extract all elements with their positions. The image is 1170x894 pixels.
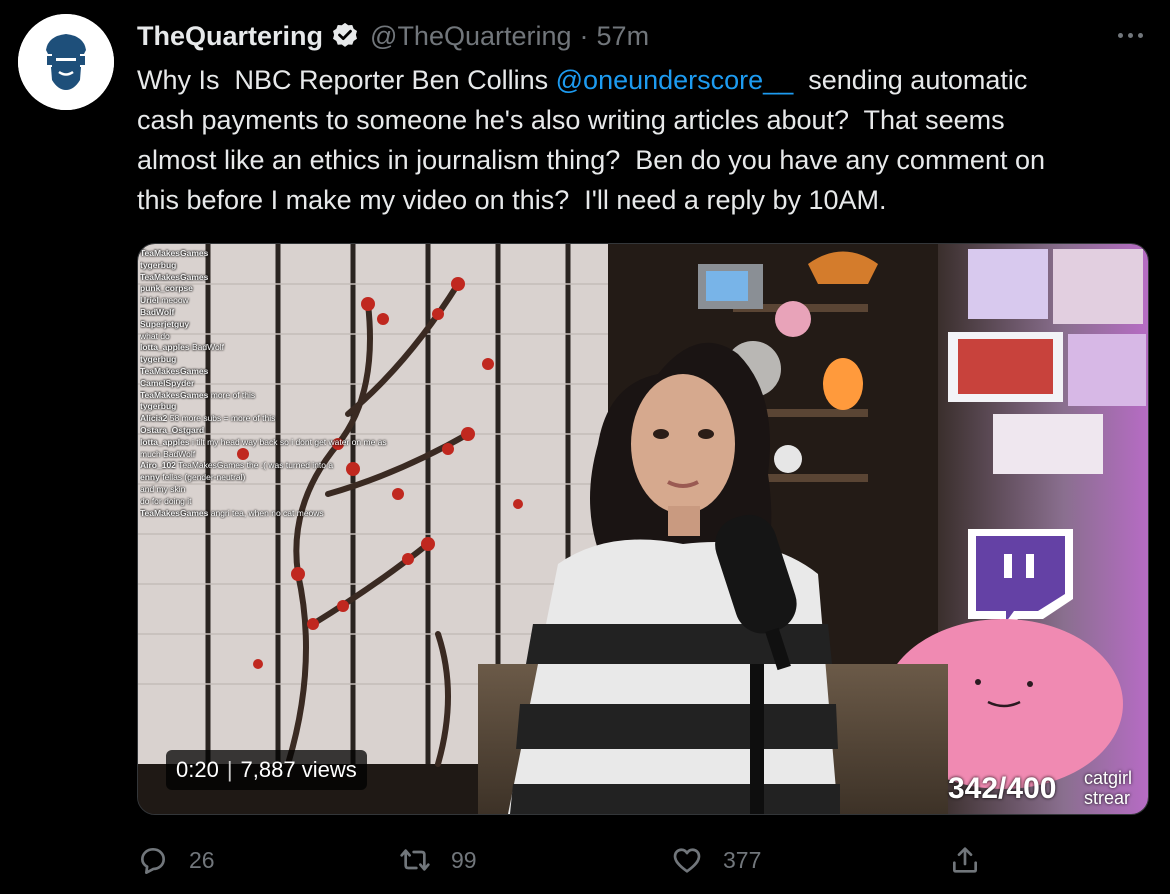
video-player[interactable]: TeaMakesGames tygerbug TeaMakesGames pun…: [137, 243, 1149, 815]
reply-icon: [137, 844, 169, 876]
reply-count: 26: [189, 846, 215, 873]
video-duration: 0:20: [176, 757, 219, 782]
chat-username: CamelSpyder: [140, 377, 195, 388]
reply-button[interactable]: 26: [137, 838, 215, 882]
chat-username: Uriel: [140, 295, 159, 306]
chat-username: TeaMakesGames: [140, 389, 209, 400]
chat-message: TeaMakesGames angri tea, when no cat meo…: [140, 508, 470, 520]
tweet[interactable]: TheQuartering @TheQuartering · 57m Why I…: [0, 0, 1170, 894]
author-name[interactable]: TheQuartering: [137, 21, 323, 52]
video-duration-views-badge: 0:20 | 7,887 views: [166, 750, 367, 790]
chat-username: Ostara_Ostgard: [140, 424, 205, 435]
chat-username: BadWolf: [140, 306, 175, 317]
chat-username: tygerbug: [140, 401, 177, 412]
tweet-timestamp[interactable]: 57m: [597, 21, 650, 52]
chat-message: do for doing it: [140, 496, 470, 508]
chat-username: TeaMakesGames: [140, 248, 209, 258]
tweet-text-line: Why Is NBC Reporter Ben Collins @oneunde…: [137, 60, 1157, 100]
chat-text: meoow: [161, 295, 189, 306]
chat-message: punk_corpse: [140, 283, 470, 295]
badge-separator: |: [226, 757, 233, 782]
tweet-text-line: almost like an ethics in journalism thin…: [137, 145, 1045, 175]
sub-goal-counter: 342/400: [948, 772, 1057, 805]
chat-message: TeaMakesGames: [140, 248, 470, 260]
text-segment: Why Is NBC Reporter Ben Collins: [137, 65, 556, 95]
overlay-label-line: strear: [1084, 788, 1131, 808]
chat-username: tygerbug: [140, 354, 177, 365]
chat-message: TeaMakesGames more of this: [140, 390, 470, 402]
chat-message: Uriel meoow: [140, 295, 470, 307]
chat-message: TeaMakesGames: [140, 272, 470, 284]
avatar-bearded-man-icon: [18, 14, 114, 110]
chat-username: Airo_102: [140, 460, 176, 471]
tweet-actions: 26 99 377: [137, 838, 1147, 882]
chat-text: much BadWolf: [140, 448, 196, 459]
chat-username: Superjetguy: [140, 318, 190, 329]
verified-badge-icon: [330, 21, 360, 51]
share-icon: [949, 844, 981, 876]
chat-message: BadWolf: [140, 307, 470, 319]
like-button[interactable]: 377: [671, 838, 761, 882]
chat-message: Alicia2 58 more subs = more of this: [140, 413, 470, 425]
video-views: 7,887 views: [240, 757, 357, 782]
share-button[interactable]: [949, 838, 981, 882]
chat-message: what do: [140, 331, 470, 343]
chat-username: TeaMakesGames: [140, 271, 209, 282]
retweet-icon: [399, 844, 431, 876]
chat-message: Superjetguy: [140, 319, 470, 331]
stream-overlay-label: catgirl strear: [1084, 768, 1146, 808]
chat-message: lotta_apples BadWolf: [140, 342, 470, 354]
chat-message: tygerbug: [140, 401, 470, 413]
chat-username: TeaMakesGames: [140, 507, 209, 518]
retweet-button[interactable]: 99: [399, 838, 477, 882]
tweet-text: Why Is NBC Reporter Ben Collins @oneunde…: [137, 60, 1157, 220]
chat-text: TeaMakesGames the :( was turned into a: [178, 460, 334, 471]
chat-message: much BadWolf: [140, 449, 470, 461]
chat-message: tygerbug: [140, 354, 470, 366]
chat-text: angri tea, when no cat meows: [210, 507, 324, 518]
chat-username: Alicia2: [140, 413, 168, 424]
retweet-count: 99: [451, 846, 477, 873]
text-segment: sending automatic: [793, 65, 1028, 95]
chat-text: BadWolf: [191, 342, 224, 353]
chat-username: punk_corpse: [140, 283, 193, 294]
chat-message: and my skin: [140, 484, 470, 496]
chat-text: and my skin: [140, 483, 186, 494]
chat-text: fellas (gender-neutral): [162, 472, 246, 483]
avatar[interactable]: [18, 14, 114, 110]
chat-username: tygerbug: [140, 259, 177, 270]
more-options-icon[interactable]: [1110, 20, 1150, 50]
chat-text: do for doing it: [140, 495, 192, 506]
chat-message: tygerbug: [140, 260, 470, 272]
tweet-text-line: this before I make my video on this? I'l…: [137, 185, 887, 215]
chat-message: Ostara_Ostgard: [140, 425, 470, 437]
chat-text: i tilt my head way back so i dont get wa…: [191, 436, 387, 447]
chat-text: what do: [140, 330, 170, 341]
chat-text: more of this: [210, 389, 256, 400]
chat-username: enny: [140, 472, 160, 483]
tweet-text-line: cash payments to someone he's also writi…: [137, 105, 1005, 135]
chat-username: TeaMakesGames: [140, 365, 209, 376]
chat-username: lotta_apples: [140, 342, 190, 353]
chat-message: enny fellas (gender-neutral): [140, 472, 470, 484]
like-icon: [671, 844, 703, 876]
separator-dot: ·: [579, 20, 589, 51]
stream-chat-overlay: TeaMakesGames tygerbug TeaMakesGames pun…: [140, 248, 470, 808]
like-count: 377: [723, 846, 762, 873]
chat-username: lotta_apples: [140, 436, 190, 447]
overlay-label-line: catgirl: [1084, 768, 1133, 788]
mention-link[interactable]: @oneunderscore__: [556, 65, 794, 95]
chat-message: Airo_102 TeaMakesGames the :( was turned…: [140, 460, 470, 472]
chat-message: TeaMakesGames: [140, 366, 470, 378]
tweet-header: TheQuartering @TheQuartering · 57m: [137, 18, 649, 54]
author-handle[interactable]: @TheQuartering: [370, 21, 572, 52]
chat-message: CamelSpyder: [140, 378, 470, 390]
chat-text: 58 more subs = more of this: [169, 413, 276, 424]
chat-message: lotta_apples i tilt my head way back so …: [140, 437, 470, 449]
